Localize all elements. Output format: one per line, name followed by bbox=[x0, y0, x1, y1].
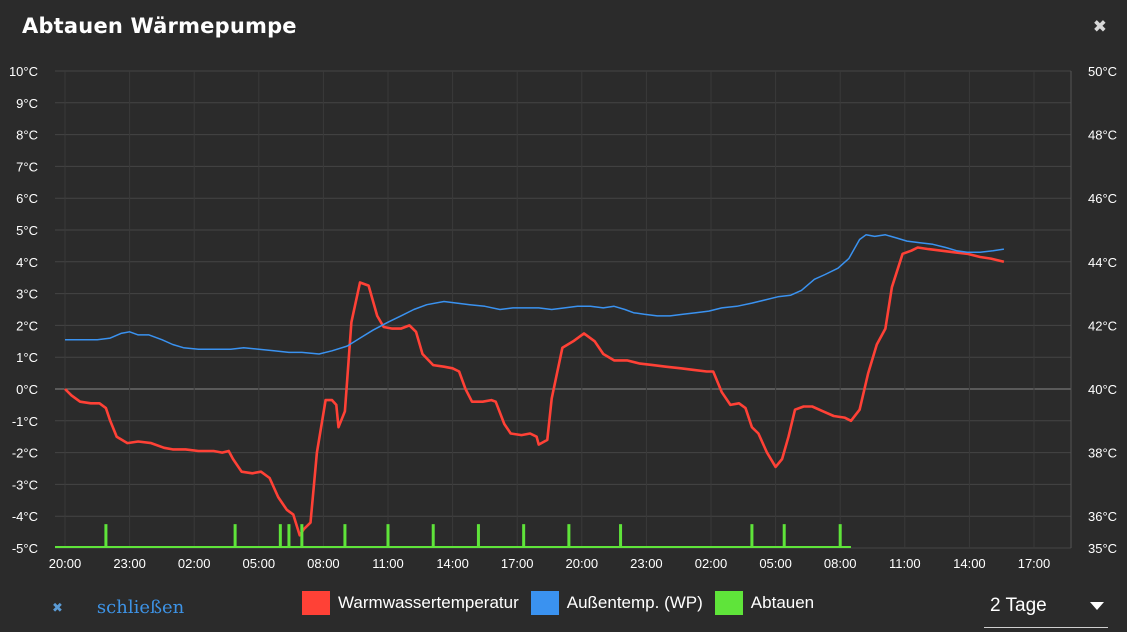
x-tick-label: 20:00 bbox=[49, 556, 82, 571]
y-tick-label-left: -3°C bbox=[12, 477, 38, 492]
x-tick-label: 05:00 bbox=[759, 556, 792, 571]
x-tick-label: 11:00 bbox=[889, 556, 921, 571]
abtauen-bar bbox=[476, 524, 480, 548]
x-tick-label: 02:00 bbox=[178, 556, 211, 571]
x-tick-label: 17:00 bbox=[501, 556, 534, 571]
y-tick-label-left: 0°C bbox=[16, 382, 38, 397]
x-tick-label: 08:00 bbox=[824, 556, 857, 571]
y-tick-label-left: -1°C bbox=[12, 414, 38, 429]
chart: -5°C -4°C -3°C -2°C -1°C 0°C 1°C 2°C 3°C 4°C 5°C 6°… bbox=[9, 64, 1117, 571]
legend-swatch bbox=[714, 591, 743, 615]
y-tick-label-left: 3°C bbox=[16, 287, 38, 302]
abtauen-bar bbox=[104, 524, 108, 548]
abtauen-bar bbox=[386, 524, 390, 548]
series-line-warmwasser bbox=[64, 246, 1005, 537]
footer-close-label: schließen bbox=[96, 597, 185, 618]
y-tick-label-right: 35°C bbox=[1088, 541, 1117, 556]
y-tick-label-right: 36°C bbox=[1088, 509, 1117, 524]
y-tick-label-left: 10°C bbox=[9, 64, 38, 79]
y-tick-label-left: 9°C bbox=[16, 96, 38, 111]
abtauen-bar bbox=[522, 524, 526, 548]
series-line-aussentemp bbox=[65, 234, 1005, 355]
legend-swatch bbox=[530, 591, 559, 615]
y-tick-label-left: 6°C bbox=[16, 191, 38, 206]
chart-grid bbox=[55, 70, 1072, 549]
x-tick-label: 14:00 bbox=[436, 556, 469, 571]
abtauen-bar bbox=[278, 524, 282, 548]
range-select-value: 2 Tage bbox=[990, 595, 1047, 616]
x-tick-label: 23:00 bbox=[113, 556, 146, 571]
y-tick-label-right: 40°C bbox=[1088, 382, 1117, 397]
y-tick-label-left: 1°C bbox=[16, 350, 38, 365]
y-tick-label-left: 4°C bbox=[16, 255, 38, 270]
abtauen-bar bbox=[343, 524, 347, 548]
legend-item-warmwasser[interactable]: Warmwassertemperatur bbox=[302, 591, 519, 615]
chart-series bbox=[55, 234, 1005, 548]
close-icon: ✖ bbox=[52, 599, 63, 615]
y-tick-label-left: -2°C bbox=[12, 446, 38, 461]
right-axis: 35°C 36°C 38°C 40°C 42°C 44°C 46°C 48°C 50°C bbox=[1088, 64, 1117, 556]
y-tick-label-left: -5°C bbox=[12, 541, 38, 556]
left-axis: -5°C -4°C -3°C -2°C -1°C 0°C 1°C 2°C 3°C 4°C 5°C 6°… bbox=[9, 64, 38, 556]
y-tick-label-right: 48°C bbox=[1088, 128, 1117, 143]
x-axis: 20:00 23:00 02:00 05:00 08:00 11:00 14:00 17:00… bbox=[49, 556, 1051, 571]
y-tick-label-left: 8°C bbox=[16, 128, 38, 143]
x-tick-label: 20:00 bbox=[566, 556, 599, 571]
range-select[interactable]: 2 Tage bbox=[984, 591, 1108, 628]
abtauen-bar bbox=[300, 524, 304, 548]
x-tick-label: 08:00 bbox=[307, 556, 340, 571]
x-tick-label: 14:00 bbox=[953, 556, 986, 571]
x-tick-label: 05:00 bbox=[243, 556, 276, 571]
abtauen-bar bbox=[619, 524, 623, 548]
x-tick-label: 23:00 bbox=[630, 556, 663, 571]
y-tick-label-left: 2°C bbox=[16, 318, 38, 333]
legend-label: Abtauen bbox=[750, 593, 815, 612]
legend-swatch bbox=[302, 591, 330, 615]
y-tick-label-right: 46°C bbox=[1088, 191, 1117, 206]
legend-label: Außentemp. (WP) bbox=[566, 593, 703, 612]
y-tick-label-left: 5°C bbox=[16, 223, 38, 238]
abtauen-bar bbox=[782, 524, 786, 548]
y-tick-label-right: 42°C bbox=[1088, 318, 1117, 333]
legend-item-abtauen[interactable]: Abtauen bbox=[714, 591, 815, 615]
chevron-down-icon bbox=[1090, 602, 1104, 610]
y-tick-label-right: 50°C bbox=[1088, 64, 1117, 79]
footer-close-button[interactable]: ✖ schließen bbox=[52, 597, 184, 618]
abtauen-bar bbox=[431, 524, 435, 548]
abtauen-bar bbox=[838, 524, 842, 548]
abtauen-bar bbox=[750, 524, 754, 548]
chart-legend: Warmwassertemperatur Außentemp. (WP) Abt… bbox=[302, 591, 826, 615]
y-tick-label-right: 44°C bbox=[1088, 255, 1117, 270]
legend-label: Warmwassertemperatur bbox=[338, 593, 519, 612]
y-tick-label-left: 7°C bbox=[16, 159, 38, 174]
y-tick-label-right: 38°C bbox=[1088, 446, 1117, 461]
x-tick-label: 02:00 bbox=[695, 556, 728, 571]
x-tick-label: 11:00 bbox=[372, 556, 404, 571]
abtauen-bar bbox=[567, 524, 571, 548]
y-tick-label-left: -4°C bbox=[12, 509, 38, 524]
legend-item-aussentemp[interactable]: Außentemp. (WP) bbox=[530, 591, 703, 615]
abtauen-bar bbox=[287, 524, 291, 548]
x-tick-label: 17:00 bbox=[1018, 556, 1051, 571]
abtauen-bar bbox=[233, 524, 237, 548]
